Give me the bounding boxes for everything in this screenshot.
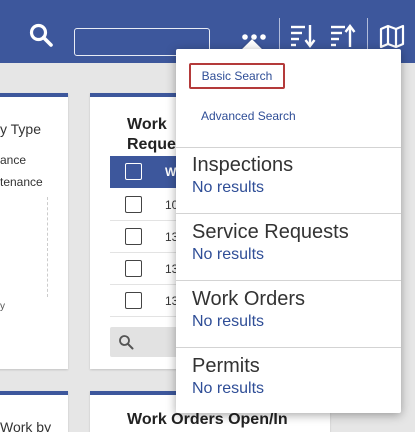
divider	[176, 213, 401, 214]
search-icon[interactable]	[26, 20, 56, 50]
section-inspections[interactable]: Inspections No results	[192, 153, 392, 198]
section-title: Permits	[192, 355, 260, 377]
section-work-orders[interactable]: Work Orders No results	[192, 287, 392, 332]
section-result[interactable]: No results	[192, 178, 392, 198]
sort-descending-icon[interactable]	[287, 20, 319, 52]
dashboard-card-left-bottom: Work by	[0, 391, 68, 432]
row-checkbox[interactable]	[125, 292, 142, 309]
section-result[interactable]: No results	[192, 312, 392, 332]
section-title: Work Orders	[192, 288, 305, 310]
map-icon[interactable]	[376, 20, 408, 52]
card-title: Work by	[0, 419, 52, 432]
section-service-requests[interactable]: Service Requests No results	[192, 220, 392, 265]
divider	[176, 147, 401, 148]
row-checkbox[interactable]	[125, 260, 142, 277]
legend-item: tenance	[0, 175, 43, 189]
search-dropdown: Basic Search Advanced Search Inspections…	[176, 49, 401, 413]
chart-gridline	[47, 197, 48, 297]
legend-item: ance	[0, 153, 27, 167]
section-result[interactable]: No results	[192, 245, 392, 265]
card-title: Work Orders Open/In	[127, 411, 288, 428]
divider	[176, 347, 401, 348]
row-checkbox[interactable]	[125, 196, 142, 213]
sort-ascending-icon[interactable]	[327, 20, 359, 52]
divider	[176, 280, 401, 281]
dashboard-card-left: y Type ance tenance y	[0, 93, 68, 369]
basic-search-button[interactable]: Basic Search	[189, 63, 285, 89]
card-title: y Type	[0, 121, 41, 137]
section-title: Inspections	[192, 154, 294, 176]
section-result[interactable]: No results	[192, 379, 392, 399]
column-header[interactable]: W	[165, 165, 176, 179]
axis-label: y	[0, 301, 5, 312]
search-icon	[118, 334, 134, 355]
row-checkbox[interactable]	[125, 228, 142, 245]
select-all-checkbox[interactable]	[125, 163, 142, 180]
section-permits[interactable]: Permits No results	[192, 354, 392, 399]
section-title: Service Requests	[192, 221, 349, 243]
advanced-search-link[interactable]: Advanced Search	[201, 109, 296, 123]
